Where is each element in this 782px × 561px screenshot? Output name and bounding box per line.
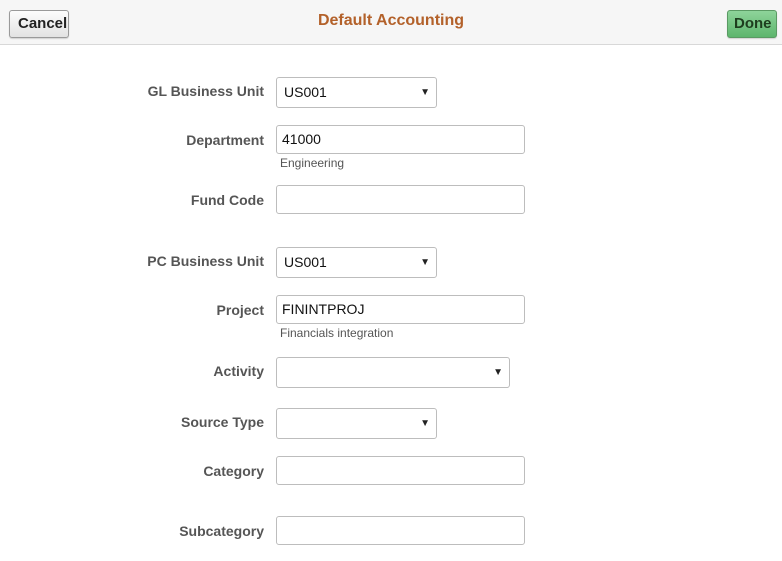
chevron-down-icon: ▼ [420, 418, 430, 429]
category-input[interactable] [276, 456, 525, 485]
pc-business-unit-select[interactable]: US001 ▼ [276, 247, 437, 278]
source-type-label: Source Type [181, 414, 264, 430]
chevron-down-icon: ▼ [493, 367, 503, 378]
pc-business-unit-label: PC Business Unit [147, 253, 264, 269]
pc-business-unit-value: US001 [284, 254, 327, 270]
project-description: Financials integration [280, 326, 394, 340]
page-title: Default Accounting [317, 12, 465, 29]
gl-business-unit-label: GL Business Unit [147, 83, 264, 99]
gl-business-unit-value: US001 [284, 84, 327, 100]
department-description: Engineering [280, 156, 345, 170]
gl-business-unit-select[interactable]: US001 ▼ [276, 77, 437, 108]
category-label: Category [203, 463, 264, 479]
done-button[interactable]: Done [727, 10, 777, 38]
department-label: Department [186, 132, 264, 148]
project-input[interactable]: FININTPROJ [276, 295, 525, 324]
activity-select[interactable]: ▼ [276, 357, 510, 388]
chevron-down-icon: ▼ [420, 257, 430, 268]
fund-code-input[interactable] [276, 185, 525, 214]
header-bar: Cancel Default Accounting Done [0, 0, 782, 45]
project-label: Project [216, 302, 264, 318]
department-input[interactable]: 41000 [276, 125, 525, 154]
chevron-down-icon: ▼ [420, 87, 430, 98]
source-type-select[interactable]: ▼ [276, 408, 437, 439]
subcategory-label: Subcategory [179, 523, 264, 539]
subcategory-input[interactable] [276, 516, 525, 545]
activity-label: Activity [213, 363, 264, 379]
fund-code-label: Fund Code [190, 192, 264, 208]
